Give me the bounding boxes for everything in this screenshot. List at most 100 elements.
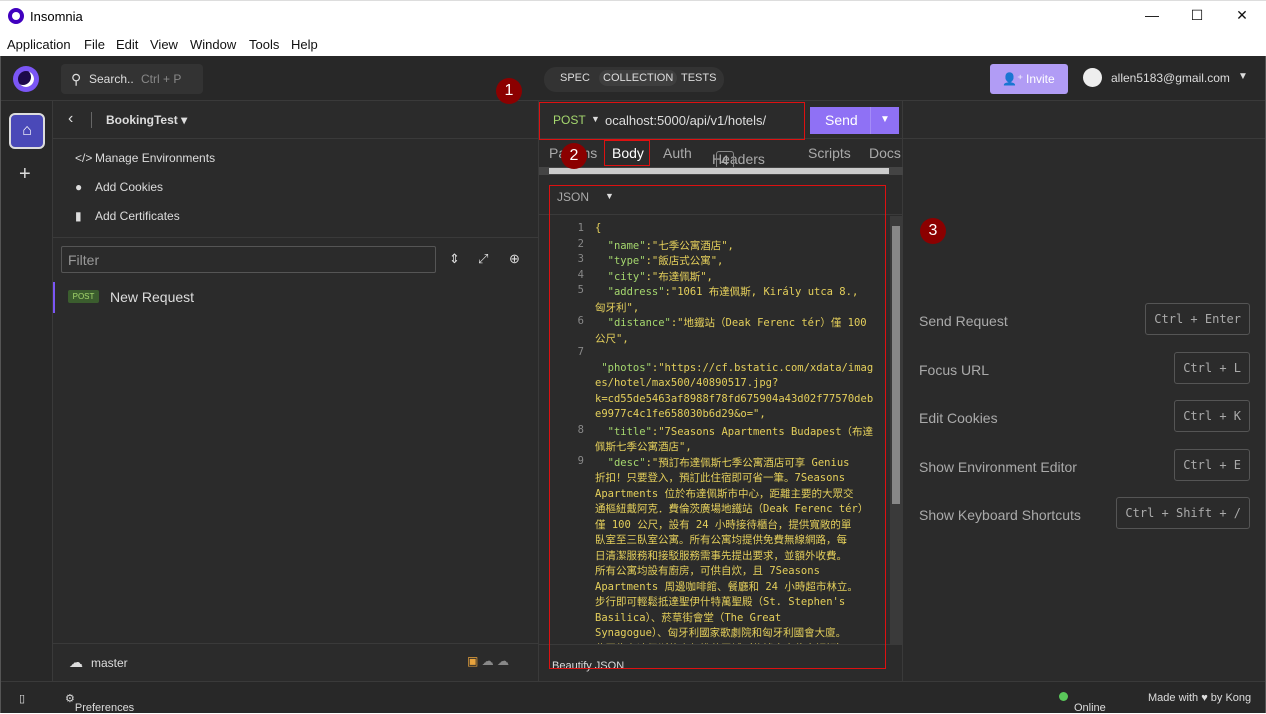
user-email[interactable]: allen5183@gmail.com [1111,71,1230,85]
code-line: 匈牙利", [595,301,640,314]
code-line: 步行即可輕鬆抵達聖伊什特萬聖殿（St. Stephen's [595,596,846,608]
shortcut-label: Focus URL [919,361,990,378]
minimize-button[interactable]: — [1142,7,1162,23]
code-line: 公尺", [595,332,629,345]
scrollbar-thumb[interactable] [549,168,889,174]
sidebar: ‹ BookingTest ▾ </> Manage Environments ●… [53,101,539,681]
code-line: "city":"布達佩斯", [595,270,713,283]
menu-view[interactable]: View [150,37,178,52]
content-type-label: JSON [557,190,590,204]
code-line: "desc":"預訂布達佩斯七季公寓酒店可享 Genius [595,456,850,469]
search-button[interactable]: ⚲ Search.. Ctrl + P [61,64,203,94]
line-number: 7 [577,346,584,358]
annotation-marker-3: 3 [920,218,946,244]
menu-window[interactable]: Window [190,37,236,52]
project-name[interactable]: BookingTest ▾ [106,113,187,127]
chevron-down-icon[interactable]: ▼ [591,114,600,124]
chevron-down-icon[interactable]: ▼ [1238,71,1248,82]
home-icon: ⌂ [22,122,32,139]
code-line: "name":"七季公寓酒店", [595,239,734,252]
status-bar: ▯ ⚙ Preferences Online Made with ♥ by Ko… [1,681,1265,714]
line-number: 4 [577,268,584,281]
line-number: 1 [577,222,584,234]
tab-body[interactable]: Body [612,145,644,161]
insomnia-brand-icon[interactable] [13,66,39,92]
search-label: Search.. [89,72,134,86]
beautify-json-button[interactable]: Beautify JSON [539,644,903,681]
send-options-icon[interactable]: ▼ [880,114,890,125]
content-type-select[interactable]: JSON ▼ [539,175,903,215]
menu-file[interactable]: File [84,37,105,52]
tabs-scrollbar[interactable] [539,167,903,175]
method-badge: POST [68,290,99,303]
title-bar: Insomnia — ☐ ✕ [0,0,1266,32]
method-select[interactable]: POST [553,113,586,127]
menu-edit[interactable]: Edit [116,37,138,52]
json-editor[interactable]: 1 {2 "name":"七季公寓酒店", 3 "type":"飯店式公寓", 4 "… [539,216,903,644]
shortcut-keys: Ctrl + E [1174,448,1250,481]
menu-application[interactable]: Application [7,37,71,52]
certificate-icon: ▮ [75,209,82,223]
code-line: "title":"7Seasons Apartments Budapest（布達 [595,425,874,438]
maximize-button[interactable]: ☐ [1187,7,1207,24]
tab-docs[interactable]: Docs [869,145,901,161]
branch-name[interactable]: master [91,656,128,670]
add-certificates-button[interactable]: ▮ Add Certificates [75,209,180,223]
send-label: Send [825,112,858,128]
add-icon[interactable]: + [19,163,31,186]
code-line: "photos":"https://cf.bstatic.com/xdata/i… [595,361,874,374]
filter-input[interactable]: Filter [61,246,436,273]
tab-scripts[interactable]: Scripts [808,145,851,161]
send-button[interactable]: Send ▼ [810,107,899,134]
close-button[interactable]: ✕ [1232,7,1252,24]
preferences-button[interactable]: ⚙ Preferences [65,692,134,714]
menu-help[interactable]: Help [291,37,318,52]
top-bar: ⚲ Search.. Ctrl + P SPEC COLLECTION TEST… [1,56,1265,101]
sidebar-toggle-icon[interactable]: ▯ [19,692,25,705]
url-bar: POST ▼ ocalhost:5000/api/v1/hotels/ Send… [539,101,903,139]
sync-icons[interactable]: ▣ ☁ ☁ [467,654,509,668]
line-number: 2 [577,237,584,250]
made-with-kong: Made with ♥ by Kong [1148,692,1252,704]
line-number: 8 [577,423,584,436]
code-line: { [595,222,602,234]
add-request-icon[interactable]: ⊕ [509,251,520,267]
scrollbar-thumb[interactable] [892,226,900,504]
divider [53,237,538,238]
code-line: e9977c4c1fe658030b6d29&o=", [595,408,766,420]
mode-switcher: SPEC COLLECTION TESTS [544,67,724,92]
code-line: 所有公寓均設有廚房，可供自炊，且 7Seasons [595,565,820,577]
search-icon: ⚲ [71,71,82,87]
tab-collection[interactable]: COLLECTION [599,70,678,86]
tab-spec[interactable]: SPEC [560,72,590,84]
url-input[interactable]: ocalhost:5000/api/v1/hotels/ [605,113,766,128]
avatar[interactable] [1083,68,1102,87]
chevron-down-icon: ▼ [605,191,614,201]
back-icon[interactable]: ‹ [68,110,73,128]
code-line: 折扣！只要登入，預訂此住宿即可省一筆。7Seasons [595,472,846,484]
shortcut-label: Edit Cookies [919,410,998,426]
window-title: Insomnia [30,9,83,24]
tab-tests[interactable]: TESTS [681,72,716,84]
editor-scrollbar[interactable] [890,216,902,644]
code-line: Apartments 位於布達佩斯市中心，距離主要的大眾交 [595,487,854,500]
divider [91,112,92,128]
home-button[interactable]: ⌂ [9,113,45,149]
add-cookies-button[interactable]: ● Add Cookies [75,180,163,194]
tab-auth[interactable]: Auth [663,145,692,161]
manage-environments-button[interactable]: </> Manage Environments [75,151,215,165]
annotation-marker-1: 1 [496,78,522,104]
sort-icon[interactable]: ⇕ [449,251,460,267]
code-line: "type":"飯店式公寓", [595,255,724,267]
code-line: es/hotel/max500/40890517.jpg? [595,377,779,389]
invite-button[interactable]: 👤⁺ Invite [990,64,1068,94]
code-line: k=cd55de5463af8988f78fd675904a43d02f7757… [595,392,874,405]
request-item[interactable]: POST New Request [53,282,538,313]
cloud-icon: ☁ [69,654,83,670]
sidebar-header: ‹ BookingTest ▾ [53,101,538,139]
expand-icon[interactable]: ⤢ [478,251,488,267]
menu-tools[interactable]: Tools [249,37,279,52]
code-line: "address":"1061 布達佩斯, Király utca 8., [595,286,859,298]
response-pane: Send Request Ctrl + Enter Focus URL Ctrl + … [903,101,1265,681]
code-line: 佩斯七季公寓酒店", [595,441,692,453]
